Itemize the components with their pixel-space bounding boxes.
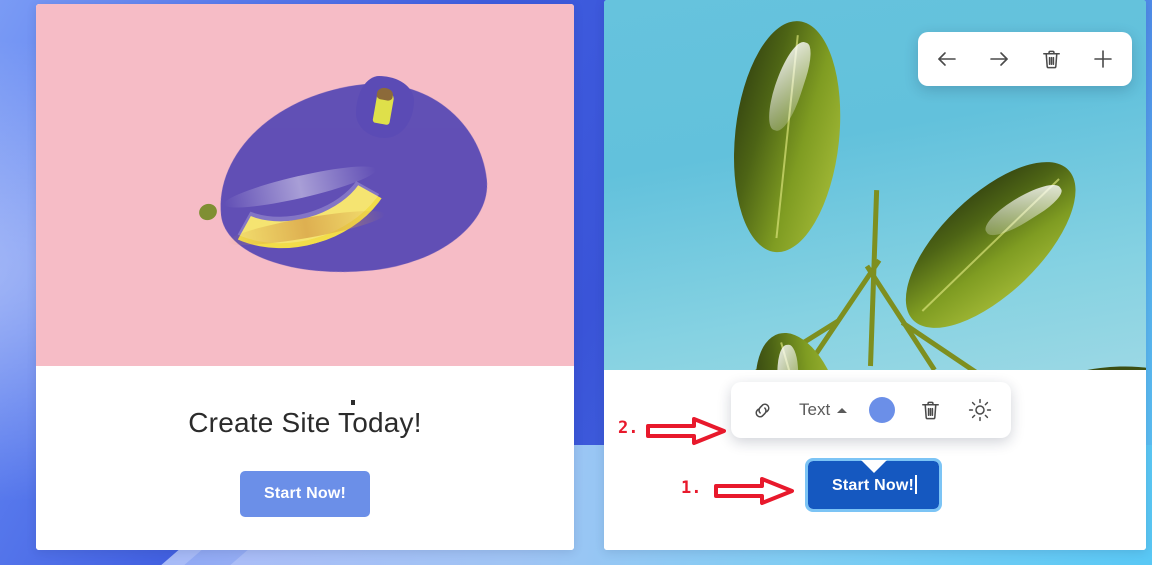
arrow-right-icon[interactable] (984, 44, 1014, 74)
text-style-label: Text (799, 400, 831, 419)
red-arrow-right-icon (646, 417, 726, 445)
right-card[interactable]: Text Start Now! (604, 0, 1146, 550)
left-card-image[interactable] (36, 4, 574, 366)
color-circle-icon[interactable] (869, 397, 896, 423)
text-style-dropdown[interactable]: Text (797, 400, 849, 420)
annotation-number-2: 2. (618, 418, 639, 438)
link-icon[interactable] (747, 395, 777, 425)
left-card-body: Create Site Today! Start Now! (36, 366, 574, 550)
image-toolbar[interactable] (918, 32, 1132, 86)
arrow-left-icon[interactable] (932, 44, 962, 74)
text-cursor (915, 475, 917, 494)
annotation-number-1: 1. (681, 478, 702, 498)
start-now-button-selected[interactable]: Start Now! (805, 458, 942, 512)
trash-icon[interactable] (915, 395, 945, 425)
plus-icon[interactable] (1088, 44, 1118, 74)
right-card-body: Text Start Now! (604, 370, 1146, 550)
page-title: Create Site Today! (188, 407, 422, 438)
right-card-image[interactable] (604, 0, 1146, 370)
trash-icon[interactable] (1036, 44, 1066, 74)
sun-icon[interactable] (965, 395, 995, 425)
red-arrow-right-icon (714, 477, 794, 505)
selected-button-wrapper: Start Now! (805, 458, 942, 512)
start-now-button-label: Start Now! (832, 477, 914, 494)
text-formatting-toolbar[interactable]: Text (731, 382, 1012, 438)
start-now-button[interactable]: Start Now! (240, 471, 370, 517)
toolbar-artifact-dot (351, 400, 355, 405)
caret-up-icon (837, 407, 848, 413)
left-card[interactable]: Create Site Today! Start Now! (36, 4, 574, 550)
toolbar-pointer-notch (860, 460, 887, 473)
